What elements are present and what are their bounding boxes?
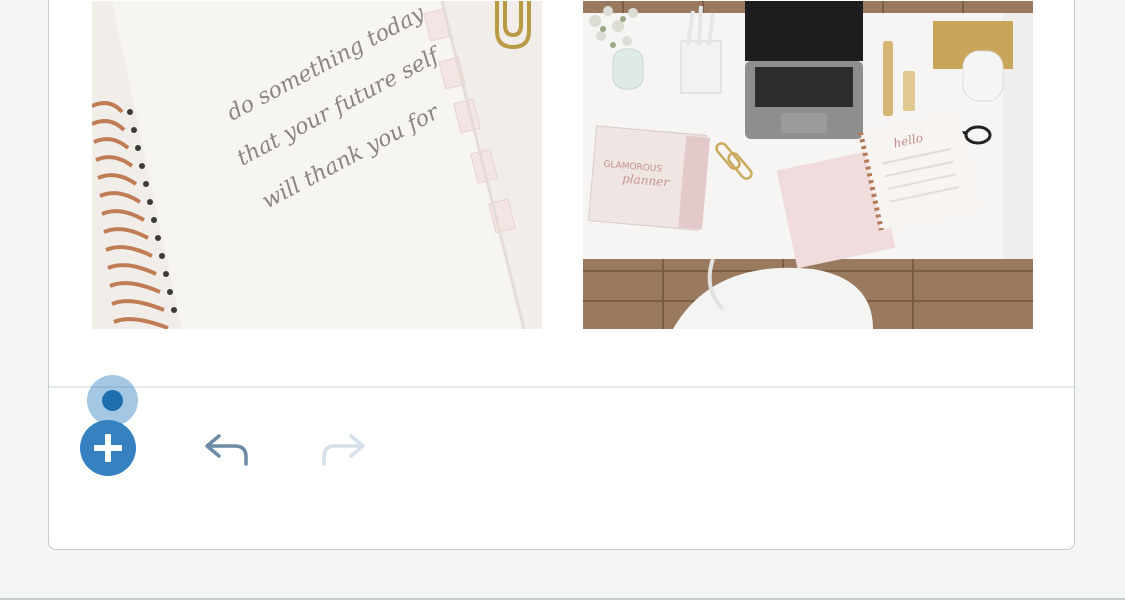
image-gallery: do something today that your future self… xyxy=(92,1,1033,329)
desk-image: GLAMOROUS planner hello xyxy=(583,1,1033,329)
editor-toolbar xyxy=(49,388,1074,528)
undo-arrow-icon xyxy=(205,434,248,466)
undo-button[interactable] xyxy=(201,424,251,474)
planner-notebook-photo[interactable]: do something today that your future self… xyxy=(92,1,542,329)
redo-button[interactable] xyxy=(319,424,369,474)
planner-image: do something today that your future self… xyxy=(92,1,542,329)
cursor-dot xyxy=(102,390,123,411)
plus-circle-icon xyxy=(94,434,122,462)
desk-flatlay-photo[interactable]: GLAMOROUS planner hello xyxy=(583,1,1033,329)
add-block-button[interactable] xyxy=(80,420,136,476)
redo-arrow-icon xyxy=(322,434,365,466)
editor-card: do something today that your future self… xyxy=(48,0,1075,550)
cursor-drag-handle[interactable] xyxy=(87,375,138,426)
